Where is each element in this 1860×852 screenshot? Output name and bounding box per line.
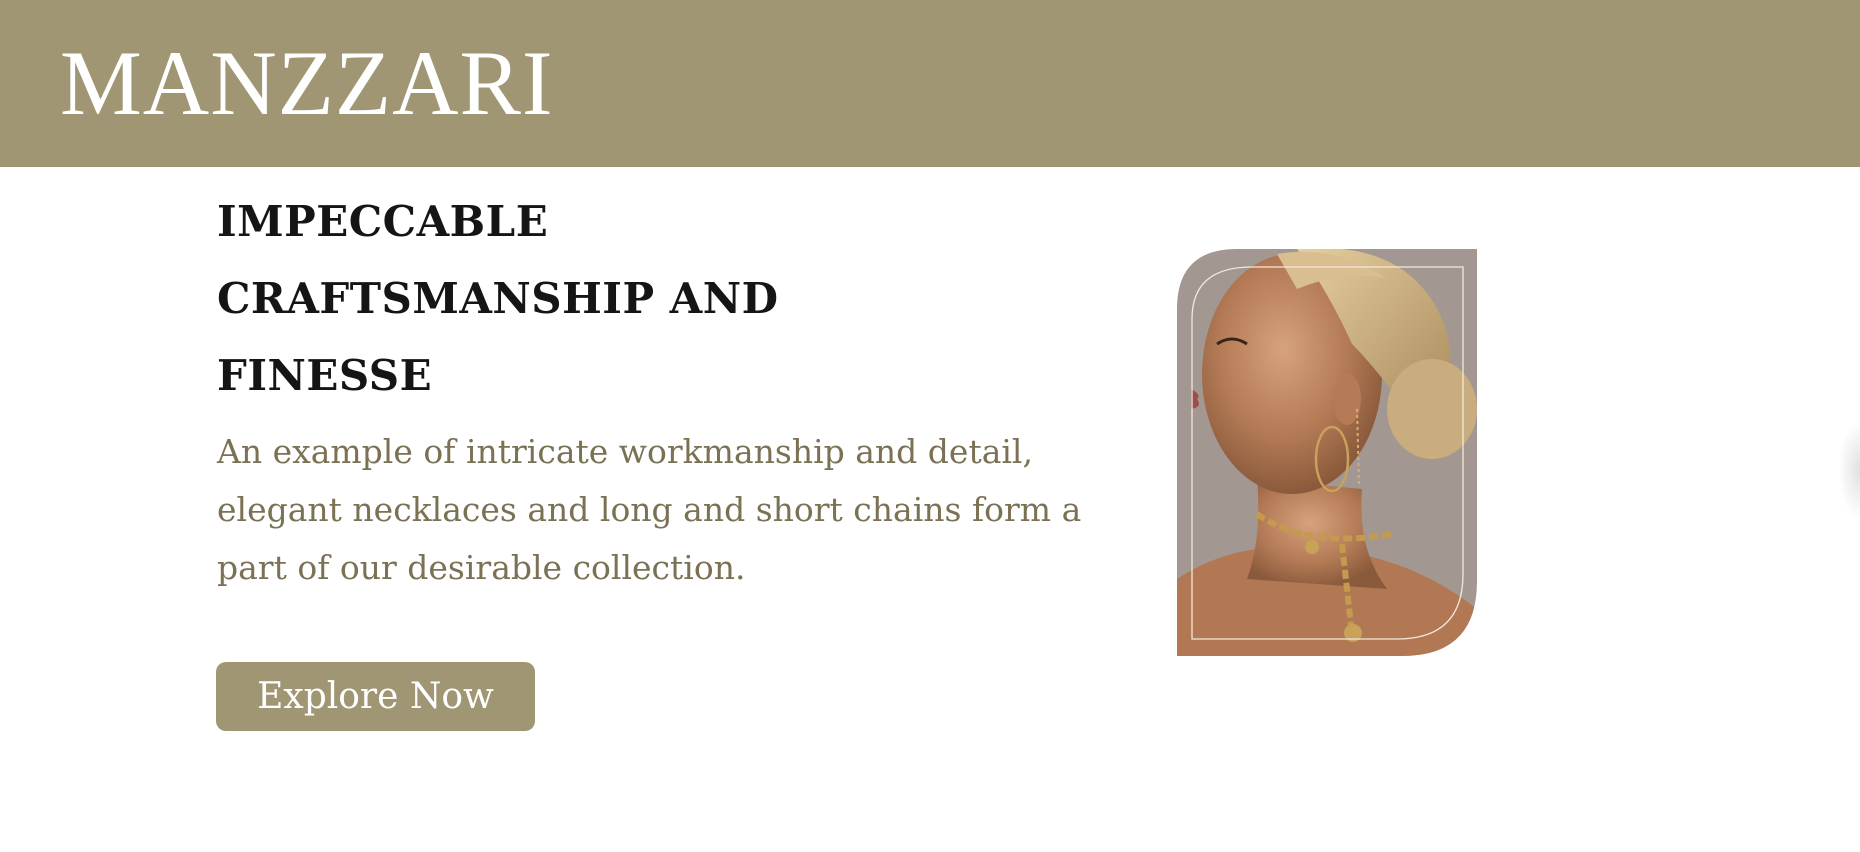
explore-now-button[interactable]: Explore Now <box>216 662 535 731</box>
headline-line: CRAFTSMANSHIP AND <box>217 274 779 323</box>
brand-logo[interactable]: MANZZARI <box>60 28 554 138</box>
headline-line: IMPECCABLE <box>217 197 549 246</box>
hero-description: An example of intricate workmanship and … <box>217 432 1082 587</box>
site-header: MANZZARI <box>0 0 1860 167</box>
model-photo <box>1177 249 1477 656</box>
edge-shadow <box>1838 420 1860 520</box>
headline-line: FINESSE <box>217 351 433 400</box>
hero-headline: IMPECCABLE CRAFTSMANSHIP AND FINESSE <box>217 183 937 414</box>
